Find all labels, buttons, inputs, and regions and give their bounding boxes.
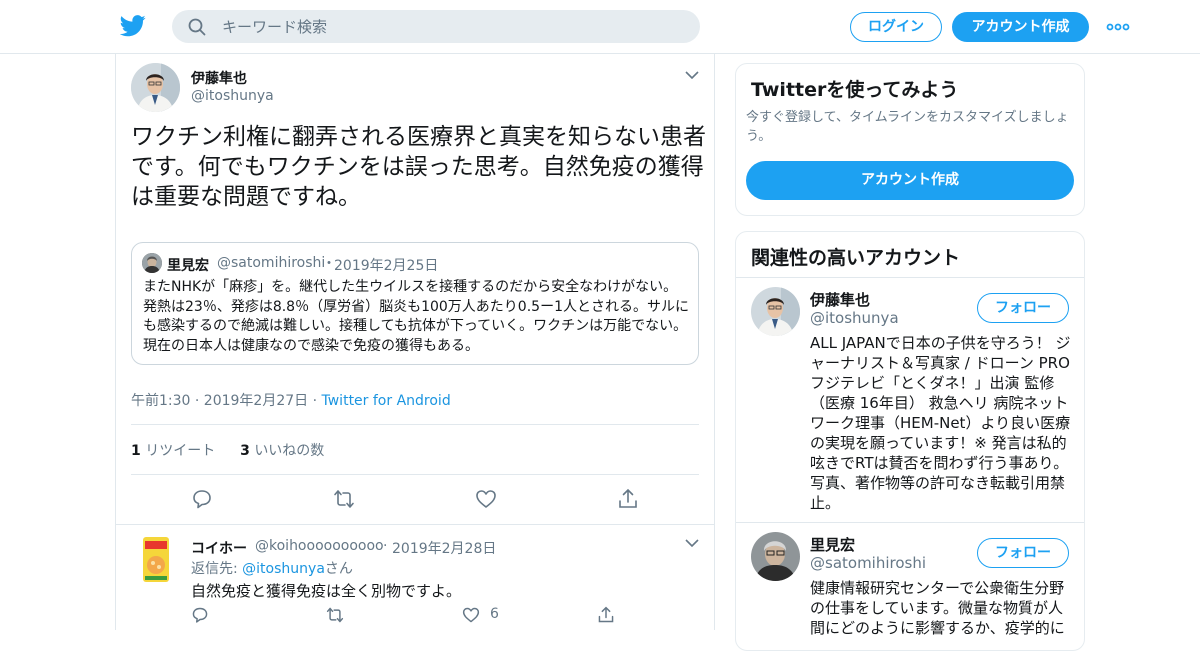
- follow-button[interactable]: フォロー: [977, 538, 1069, 568]
- quoted-date: 2019年2月25日: [334, 258, 439, 274]
- reply-icon[interactable]: [191, 488, 213, 510]
- reply-author-name[interactable]: コイホー: [191, 538, 247, 558]
- reply-icon[interactable]: [191, 606, 209, 624]
- account-avatar[interactable]: [751, 287, 800, 336]
- tweet-metadata: 午前1:30 · 2019年2月27日 · Twitter for Androi…: [131, 390, 451, 410]
- person-photo-icon: [751, 532, 800, 581]
- account-avatar[interactable]: [751, 532, 800, 581]
- divider: [131, 424, 699, 425]
- retweet-icon[interactable]: [333, 488, 355, 510]
- account-name[interactable]: 伊藤隼也: [810, 289, 870, 310]
- retweet-stat[interactable]: 1 リツイート: [131, 443, 215, 459]
- create-account-button[interactable]: アカウント作成: [746, 161, 1074, 200]
- share-icon[interactable]: [617, 488, 639, 510]
- share-icon[interactable]: [597, 606, 615, 624]
- person-photo-icon: [142, 253, 162, 273]
- account-bio: ALL JAPANで日本の子供を守ろう！ ジャーナリスト＆写真家 / ドローン …: [810, 334, 1071, 512]
- replying-to-handle[interactable]: @itoshunya: [242, 561, 325, 577]
- related-account[interactable]: 里見宏 @satomihiroshi フォロー 健康情報研究センターで公衆衛生分…: [736, 523, 1084, 653]
- meta-separator: ·: [312, 393, 318, 409]
- tweet-stats: 1 リツイート 3 いいねの数: [131, 440, 324, 460]
- tweet-detail-column: 伊藤隼也 @itoshunya ワクチン利権に翻弄される医療界と真実を知らない患…: [115, 54, 715, 630]
- replying-to-prefix: 返信先:: [191, 561, 243, 577]
- chevron-down-icon[interactable]: [685, 71, 699, 79]
- tweet-source-link[interactable]: Twitter for Android: [322, 393, 451, 409]
- login-button[interactable]: ログイン: [850, 12, 942, 42]
- twitter-bird-icon[interactable]: [120, 14, 146, 38]
- like-stat[interactable]: 3 いいねの数: [240, 443, 324, 459]
- related-accounts-title: 関連性の高いアカウント: [751, 247, 961, 269]
- retweet-icon[interactable]: [326, 606, 344, 624]
- quoted-tweet[interactable]: 里見宏 @satomihiroshi ・ 2019年2月25日 またNHKが「麻…: [131, 242, 699, 365]
- like-label: いいねの数: [254, 443, 325, 459]
- more-options-icon[interactable]: [1106, 22, 1130, 32]
- search-box[interactable]: [172, 10, 700, 43]
- author-handle[interactable]: @itoshunya: [191, 88, 274, 104]
- like-heart-icon[interactable]: [462, 606, 480, 624]
- chevron-down-icon[interactable]: [685, 539, 699, 547]
- reply-author-avatar[interactable]: [131, 535, 180, 584]
- quoted-author-name: 里見宏: [167, 258, 209, 274]
- replying-to: 返信先: @itoshunyaさん: [191, 558, 353, 578]
- quoted-author-handle: @satomihiroshi: [217, 255, 326, 271]
- related-accounts-card: 関連性の高いアカウント 伊藤隼也 @itoshunya フォロー ALL JAP…: [735, 231, 1085, 651]
- reply-text: 自然免疫と獲得免疫は全く別物ですよ。: [191, 582, 462, 600]
- search-input[interactable]: [222, 10, 682, 43]
- product-package-icon: [143, 537, 169, 582]
- replying-to-suffix: さん: [324, 561, 353, 577]
- quoted-tweet-text: またNHKが「麻疹」を。継代した生ウイルスを接種するのだから安全なわけがない。発…: [143, 279, 689, 354]
- account-name[interactable]: 里見宏: [810, 534, 855, 555]
- person-photo-icon: [131, 63, 180, 112]
- signup-button[interactable]: アカウント作成: [952, 12, 1089, 42]
- signup-card-title: Twitterを使ってみよう: [751, 79, 959, 101]
- signup-card-description: 今すぐ登録して、タイムラインをカスタマイズしましょう。: [746, 110, 1069, 144]
- search-icon: [188, 18, 206, 36]
- divider: [131, 474, 699, 475]
- top-navigation-bar: ログイン アカウント作成: [0, 0, 1200, 54]
- related-account[interactable]: 伊藤隼也 @itoshunya フォロー ALL JAPANで日本の子供を守ろう…: [736, 278, 1084, 522]
- like-heart-icon[interactable]: [475, 488, 497, 510]
- follow-button[interactable]: フォロー: [977, 293, 1069, 323]
- reply-tweet[interactable]: コイホー @koihoooooooooo · 2019年2月28日 返信先: @…: [116, 524, 714, 630]
- reply-date[interactable]: 2019年2月28日: [392, 538, 496, 558]
- person-photo-icon: [751, 287, 800, 336]
- author-avatar[interactable]: [131, 63, 180, 112]
- like-count: 3: [240, 443, 250, 459]
- tweet-timestamp[interactable]: 午前1:30 · 2019年2月27日: [131, 393, 308, 409]
- account-handle[interactable]: @itoshunya: [810, 309, 899, 327]
- reply-author-handle[interactable]: @koihoooooooooo: [255, 538, 384, 554]
- quoted-author-avatar: [142, 253, 162, 273]
- account-handle[interactable]: @satomihiroshi: [810, 554, 926, 572]
- tweet-text: ワクチン利権に翻弄される医療界と真実を知らない患者です。何でもワクチンをは誤った…: [131, 124, 706, 210]
- reply-separator: ·: [383, 538, 388, 554]
- author-name[interactable]: 伊藤隼也: [191, 68, 247, 88]
- reply-like-count: 6: [490, 606, 499, 622]
- signup-card: Twitterを使ってみよう 今すぐ登録して、タイムラインをカスタマイズしましょ…: [735, 63, 1085, 216]
- retweet-label: リツイート: [145, 443, 216, 459]
- account-bio: 健康情報研究センターで公衆衛生分野の仕事をしています。微量な物質が人間にどのよう…: [810, 579, 1065, 637]
- retweet-count: 1: [131, 443, 141, 459]
